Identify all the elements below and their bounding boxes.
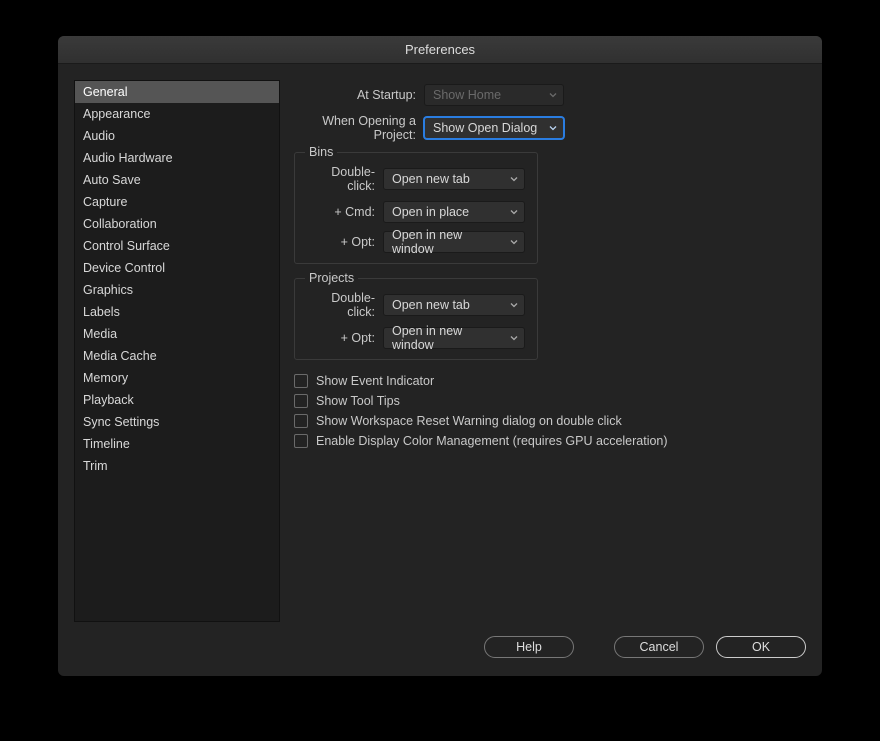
open-project-label: When Opening a Project: xyxy=(294,114,416,142)
projects-dblclick-label: Double-click: xyxy=(307,291,375,319)
chevron-down-icon xyxy=(510,208,518,216)
check-workspace-warning-label: Show Workspace Reset Warning dialog on d… xyxy=(316,414,622,428)
chevron-down-icon xyxy=(549,124,557,132)
chevron-down-icon xyxy=(510,238,518,246)
body: GeneralAppearanceAudioAudio HardwareAuto… xyxy=(58,64,822,622)
startup-label: At Startup: xyxy=(294,88,416,102)
check-tool-tips-row[interactable]: Show Tool Tips xyxy=(294,394,806,408)
open-project-row: When Opening a Project: Show Open Dialog xyxy=(294,114,806,142)
chevron-down-icon xyxy=(510,175,518,183)
category-sidebar: GeneralAppearanceAudioAudio HardwareAuto… xyxy=(74,80,280,622)
projects-opt-label: + Opt: xyxy=(307,331,375,345)
projects-title: Projects xyxy=(305,271,358,285)
sidebar-item-capture[interactable]: Capture xyxy=(75,191,279,213)
sidebar-item-media-cache[interactable]: Media Cache xyxy=(75,345,279,367)
chevron-down-icon xyxy=(510,334,518,342)
sidebar-item-device-control[interactable]: Device Control xyxy=(75,257,279,279)
sidebar-item-auto-save[interactable]: Auto Save xyxy=(75,169,279,191)
sidebar-item-sync-settings[interactable]: Sync Settings xyxy=(75,411,279,433)
check-event-indicator-row[interactable]: Show Event Indicator xyxy=(294,374,806,388)
cancel-button[interactable]: Cancel xyxy=(614,636,704,658)
bins-cmd-label: + Cmd: xyxy=(307,205,375,219)
ok-button[interactable]: OK xyxy=(716,636,806,658)
chevron-down-icon xyxy=(510,301,518,309)
check-tool-tips-label: Show Tool Tips xyxy=(316,394,400,408)
titlebar: Preferences xyxy=(58,36,822,64)
startup-dropdown[interactable]: Show Home xyxy=(424,84,564,106)
sidebar-item-timeline[interactable]: Timeline xyxy=(75,433,279,455)
checkbox-color-mgmt[interactable] xyxy=(294,434,308,448)
check-color-mgmt-row[interactable]: Enable Display Color Management (require… xyxy=(294,434,806,448)
sidebar-item-appearance[interactable]: Appearance xyxy=(75,103,279,125)
bins-dblclick-label: Double-click: xyxy=(307,165,375,193)
sidebar-item-labels[interactable]: Labels xyxy=(75,301,279,323)
sidebar-item-audio[interactable]: Audio xyxy=(75,125,279,147)
bins-opt-label: + Opt: xyxy=(307,235,375,249)
startup-value: Show Home xyxy=(433,88,501,102)
projects-dblclick-dropdown[interactable]: Open new tab xyxy=(383,294,525,316)
check-workspace-warning-row[interactable]: Show Workspace Reset Warning dialog on d… xyxy=(294,414,806,428)
sidebar-item-collaboration[interactable]: Collaboration xyxy=(75,213,279,235)
bins-dblclick-dropdown[interactable]: Open new tab xyxy=(383,168,525,190)
checkbox-event-indicator[interactable] xyxy=(294,374,308,388)
bins-cmd-dropdown[interactable]: Open in place xyxy=(383,201,525,223)
bins-title: Bins xyxy=(305,145,337,159)
sidebar-item-memory[interactable]: Memory xyxy=(75,367,279,389)
main-panel: At Startup: Show Home When Opening a Pro… xyxy=(294,80,806,622)
bins-opt-dropdown[interactable]: Open in new window xyxy=(383,231,525,253)
checkbox-tool-tips[interactable] xyxy=(294,394,308,408)
window-title: Preferences xyxy=(405,42,475,57)
open-project-value: Show Open Dialog xyxy=(433,121,537,135)
preferences-window: Preferences GeneralAppearanceAudioAudio … xyxy=(58,36,822,676)
check-color-mgmt-label: Enable Display Color Management (require… xyxy=(316,434,668,448)
footer: Help Cancel OK xyxy=(58,622,822,676)
bins-group: Bins Double-click: Open new tab + Cmd: O… xyxy=(294,152,538,264)
sidebar-item-audio-hardware[interactable]: Audio Hardware xyxy=(75,147,279,169)
check-event-indicator-label: Show Event Indicator xyxy=(316,374,434,388)
projects-opt-dropdown[interactable]: Open in new window xyxy=(383,327,525,349)
sidebar-item-media[interactable]: Media xyxy=(75,323,279,345)
sidebar-item-general[interactable]: General xyxy=(75,81,279,103)
startup-row: At Startup: Show Home xyxy=(294,84,806,106)
help-button[interactable]: Help xyxy=(484,636,574,658)
open-project-dropdown[interactable]: Show Open Dialog xyxy=(424,117,564,139)
sidebar-item-trim[interactable]: Trim xyxy=(75,455,279,477)
sidebar-item-graphics[interactable]: Graphics xyxy=(75,279,279,301)
checkbox-workspace-warning[interactable] xyxy=(294,414,308,428)
chevron-down-icon xyxy=(549,91,557,99)
sidebar-item-control-surface[interactable]: Control Surface xyxy=(75,235,279,257)
sidebar-item-playback[interactable]: Playback xyxy=(75,389,279,411)
projects-group: Projects Double-click: Open new tab + Op… xyxy=(294,278,538,360)
